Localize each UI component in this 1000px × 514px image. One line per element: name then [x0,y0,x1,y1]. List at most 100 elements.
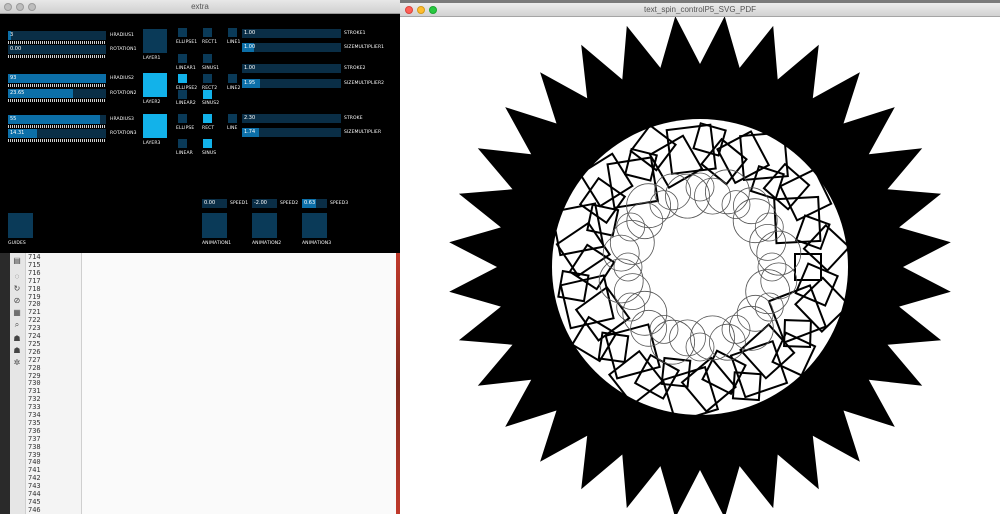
linear2-label: LINEAR2 [176,101,196,106]
line-number: 714 [28,253,41,261]
line-number: 732 [28,395,41,404]
stroke1-slider[interactable]: 1.00 [242,29,341,38]
hradius2-ticks [8,84,106,87]
rect2-toggle[interactable] [203,74,212,83]
line-number: 746 [28,505,41,514]
rotation1-slider[interactable]: 0.00 [8,45,106,54]
sinus-label: SINUS [202,151,217,156]
rotation1-ticks [8,55,106,58]
layer1-label: LAYER1 [143,56,161,61]
speed3-label: SPEED3 [330,201,349,206]
spin-titlebar[interactable]: text_spin_controlP5_SVG_PDF [400,3,1000,17]
ellipse1-toggle[interactable] [178,28,187,37]
sinus-toggle[interactable] [203,139,212,148]
layer2-toggle[interactable] [143,73,167,97]
search-icon[interactable]: ⌕ [12,321,22,329]
line-number: 740 [28,458,41,467]
generative-artwork [449,17,951,514]
line-number: 735 [28,418,41,427]
rect-toggle[interactable] [203,114,212,123]
linear-toggle[interactable] [178,139,187,148]
line-number: 741 [28,466,41,475]
line1-label: LINE1 [227,40,241,45]
rotation2-ticks [8,99,106,102]
hradius3-label: HRADIUS3 [110,117,135,122]
rect-label: RECT [202,126,215,131]
animation1-toggle[interactable] [202,213,227,238]
rotation2-slider[interactable]: 23.65 [8,89,106,98]
line-number: 736 [28,426,41,435]
line-number: 733 [28,403,41,412]
line-number: 734 [28,411,41,419]
stroke-slider[interactable]: 2.30 [242,114,341,123]
ellipse-toggle[interactable] [178,114,187,123]
line-number: 720 [28,300,41,309]
line2-toggle[interactable] [228,74,237,83]
animation1-label: ANIMATION1 [202,241,232,246]
line-number: 724 [28,332,41,340]
chat-icon[interactable]: ◌ [12,273,22,281]
sizemultiplier-slider[interactable]: 1.74 [242,128,341,137]
speed3-slider[interactable]: 0.63 [302,199,327,208]
sinus1-label: SINUS1 [202,66,220,71]
rotation3-slider[interactable]: 14.31 [8,129,106,138]
extra-window: extra 3 HRADIUS1 0.00 ROTATION1 93 HRADI… [0,0,400,253]
line1-toggle[interactable] [228,28,237,37]
stroke1-label: STROKE1 [344,31,366,36]
speed1-label: SPEED1 [230,201,249,206]
hradius3-slider[interactable]: 55 [8,115,106,124]
spin-window: text_spin_controlP5_SVG_PDF [400,3,1000,514]
rotation2-label: ROTATION2 [110,91,137,96]
animation2-toggle[interactable] [252,213,277,238]
stroke2-slider[interactable]: 1.00 [242,64,341,73]
window-title: text_spin_controlP5_SVG_PDF [643,5,757,14]
speed2-slider[interactable]: -2.00 [252,199,277,208]
sinus2-toggle[interactable] [203,90,212,99]
gear-icon[interactable]: ✲ [12,359,22,367]
sizemultiplier1-label: SIZEMULTIPLIER1 [344,45,385,50]
line-label: LINE [227,126,238,131]
line-number: 726 [28,347,41,356]
line-number: 737 [28,434,41,443]
line-number: 719 [28,292,41,301]
line-number: 725 [28,339,41,348]
line-number: 727 [28,355,41,364]
hradius1-label: HRADIUS1 [110,33,135,38]
linear2-toggle[interactable] [178,90,187,99]
editor-pane[interactable] [82,253,400,514]
layer3-toggle[interactable] [143,114,167,138]
line-number: 743 [28,482,41,491]
line-number: 745 [28,497,41,506]
guides-toggle[interactable] [8,213,33,238]
ellipse-label: ELLIPSE [176,126,195,131]
link-icon[interactable]: ⊘ [12,297,22,305]
animation3-label: ANIMATION3 [302,241,332,246]
grid-icon[interactable]: ▦ [12,309,22,317]
layer1-toggle[interactable] [143,29,167,53]
ellipse2-toggle[interactable] [178,74,187,83]
line-number: 729 [28,371,41,380]
note-icon[interactable]: ▤ [12,257,22,265]
line-toggle[interactable] [228,114,237,123]
line-number: 744 [28,490,41,498]
line-number: 728 [28,363,41,372]
rect1-toggle[interactable] [203,28,212,37]
group-icon[interactable]: ☗ [12,347,22,355]
line-number: 738 [28,442,41,451]
sizemultiplier2-slider[interactable]: 1.95 [242,79,341,88]
hradius2-slider[interactable]: 93 [8,74,106,83]
animation2-label: ANIMATION2 [252,241,282,246]
users-icon[interactable]: ☗ [12,335,22,343]
layer2-label: LAYER2 [143,100,161,105]
sinus1-toggle[interactable] [203,54,212,63]
line-number: 715 [28,260,41,269]
line2-label: LINE2 [227,86,241,91]
speed1-slider[interactable]: 0.00 [202,199,227,208]
linear1-toggle[interactable] [178,54,187,63]
sizemultiplier1-slider[interactable]: 1.00 [242,43,341,52]
animation3-toggle[interactable] [302,213,327,238]
refresh-icon[interactable]: ↻ [12,285,22,293]
line-number: 721 [28,308,41,317]
hradius1-slider[interactable]: 3 [8,31,106,40]
extra-titlebar[interactable]: extra [0,0,400,14]
